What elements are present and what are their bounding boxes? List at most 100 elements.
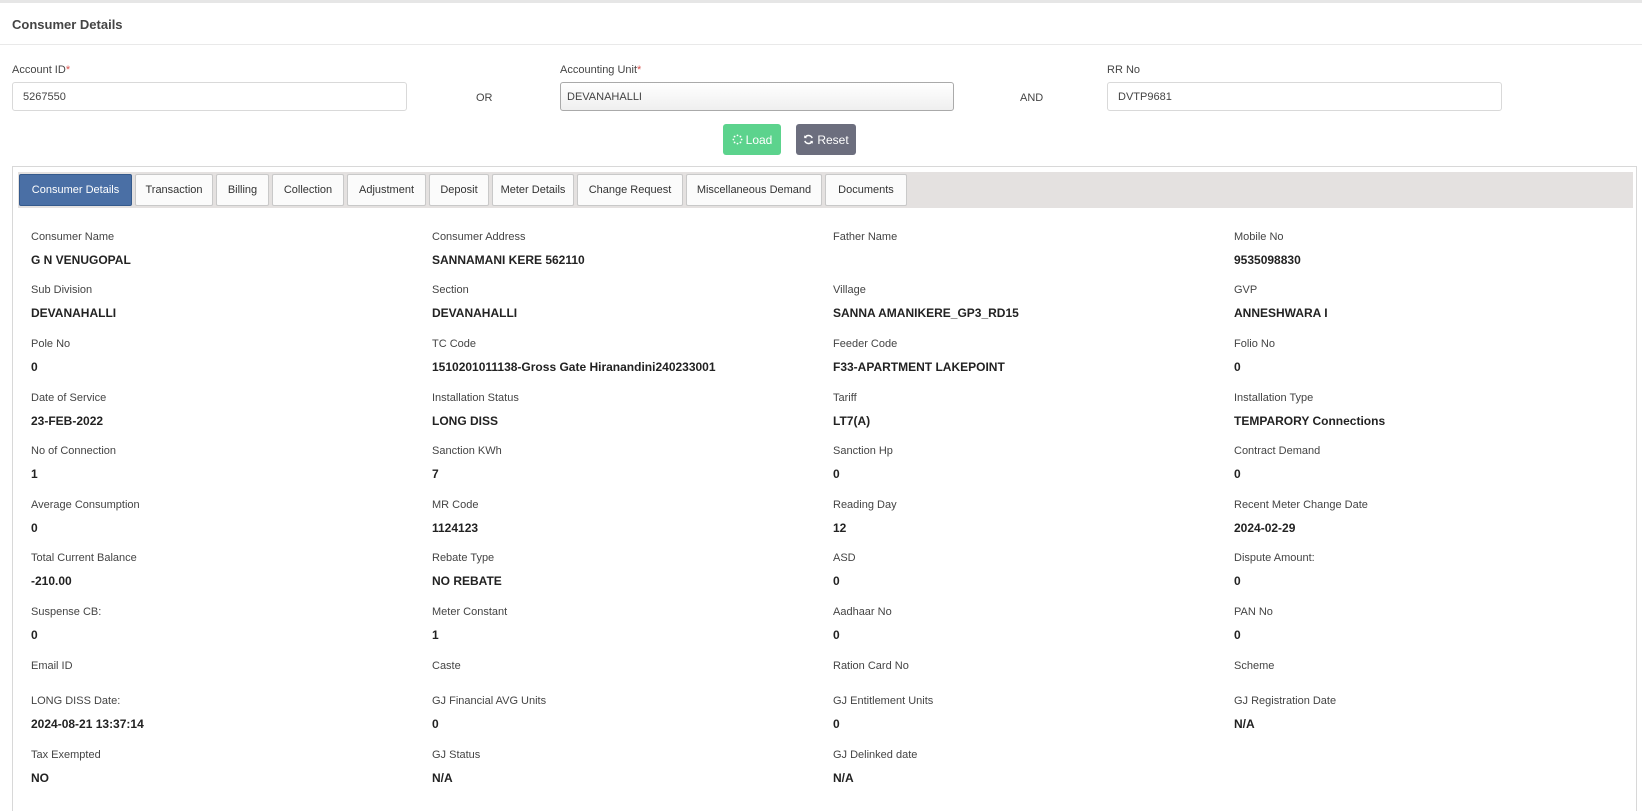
detail-field: Dispute Amount: 0 [1234,552,1315,588]
detail-field: Reading Day 12 [833,499,897,535]
detail-field: Feeder Code F33-APARTMENT LAKEPOINT [833,338,1005,374]
account-id-input[interactable] [12,82,407,111]
rr-no-input[interactable] [1107,82,1502,111]
detail-field: Recent Meter Change Date 2024-02-29 [1234,499,1368,535]
detail-field: GJ Delinked date N/A [833,749,918,785]
tab-deposit[interactable]: Deposit [429,174,489,206]
detail-value: -210.00 [31,574,72,588]
detail-value: SANNA AMANIKERE_GP3_RD15 [833,306,1019,320]
detail-label: Meter Constant [432,606,508,618]
detail-label: Installation Type [1234,392,1314,404]
detail-label: Scheme [1234,660,1275,672]
detail-field: GJ Financial AVG Units 0 [432,695,546,731]
reset-button[interactable]: Reset [796,124,856,155]
title-divider [0,44,1642,45]
tab-adjustment[interactable]: Adjustment [347,174,426,206]
detail-label: Father Name [833,231,898,243]
detail-label: Sanction KWh [432,445,502,457]
detail-label: Caste [432,660,461,672]
detail-field: Caste [432,660,461,672]
tab-documents[interactable]: Documents [825,174,907,206]
detail-field: Sanction Hp 0 [833,445,893,481]
detail-value: N/A [1234,717,1255,731]
detail-value: 0 [833,467,840,481]
accounting-unit-label: Accounting Unit* [560,64,641,76]
detail-label: Tariff [833,392,857,404]
detail-label: GVP [1234,284,1258,296]
detail-value: NO REBATE [432,574,502,588]
detail-label: Total Current Balance [31,552,137,564]
detail-field: Sub Division DEVANAHALLI [31,284,116,320]
tab-consumer-details[interactable]: Consumer Details [19,174,132,206]
detail-field: Rebate Type NO REBATE [432,552,502,588]
detail-label: Rebate Type [432,552,495,564]
tab-meter-details[interactable]: Meter Details [492,174,574,206]
detail-field: Contract Demand 0 [1234,445,1320,481]
required-mark: * [65,64,71,76]
detail-value: 2024-08-21 13:37:14 [31,717,144,731]
detail-label: Consumer Name [31,231,115,243]
detail-field: Section DEVANAHALLI [432,284,517,320]
detail-field: Pole No 0 [31,338,71,374]
detail-label: Dispute Amount: [1234,552,1315,564]
tab-collection[interactable]: Collection [272,174,344,206]
tab-bar: Consumer Details Transaction Billing Col… [18,172,1633,208]
load-button-label: Load [745,132,773,147]
detail-label: Aadhaar No [833,606,892,618]
top-border [0,0,1642,3]
detail-value: N/A [432,771,453,785]
detail-value: 1 [31,467,38,481]
detail-value: TEMPARORY Connections [1234,414,1386,428]
detail-field: Village SANNA AMANIKERE_GP3_RD15 [833,284,1019,320]
detail-value: 12 [833,521,847,535]
accounting-unit-select[interactable]: DEVANAHALLI [560,82,954,111]
detail-value: 0 [432,717,439,731]
detail-label: Mobile No [1234,231,1284,243]
detail-label: PAN No [1234,606,1273,618]
detail-value: 0 [833,628,840,642]
detail-field: Scheme [1234,660,1274,672]
detail-label: Feeder Code [833,338,898,350]
detail-value: F33-APARTMENT LAKEPOINT [833,360,1005,374]
detail-field: Email ID [31,660,73,672]
detail-field: Installation Status LONG DISS [432,392,519,428]
detail-value: LONG DISS [432,414,499,428]
detail-field: Tariff LT7(A) [833,392,870,428]
detail-field: ASD 0 [833,552,856,588]
tab-change-request[interactable]: Change Request [577,174,683,206]
rr-no-label: RR No [1107,64,1141,76]
tab-transaction[interactable]: Transaction [135,174,213,206]
load-button[interactable]: Load [723,124,781,155]
tab-billing[interactable]: Billing [216,174,269,206]
detail-field: Folio No 0 [1234,338,1275,374]
details-panel: Consumer Details Transaction Billing Col… [12,166,1637,811]
detail-value: N/A [833,771,854,785]
required-mark: * [637,64,642,76]
detail-label: ASD [833,552,856,564]
detail-field: No of Connection 1 [31,445,116,481]
detail-value: SANNAMANI KERE 562110 [432,253,585,267]
detail-field: LONG DISS Date: 2024-08-21 13:37:14 [31,695,144,731]
detail-value: 2024-02-29 [1234,521,1296,535]
detail-label: Recent Meter Change Date [1234,499,1368,511]
detail-label: GJ Registration Date [1234,695,1337,707]
detail-field: GJ Registration Date N/A [1234,695,1337,731]
detail-value: 0 [1234,467,1241,481]
detail-label: Suspense CB: [31,606,102,618]
page-title: Consumer Details [12,17,123,32]
detail-field: Consumer Address SANNAMANI KERE 562110 [432,231,585,267]
accounting-unit-value: DEVANAHALLI [567,90,642,103]
detail-field: Consumer Name G N VENUGOPAL [31,231,131,267]
detail-label: GJ Delinked date [833,749,918,761]
detail-value: 0 [833,717,840,731]
detail-value: 0 [31,628,38,642]
or-text: OR [476,92,493,104]
detail-value: 1 [432,628,439,642]
spinner-icon [732,134,743,145]
detail-field: Installation Type TEMPARORY Connections [1234,392,1385,428]
detail-label: Pole No [31,338,71,350]
detail-label: Consumer Address [432,231,526,243]
detail-value: 0 [31,521,38,535]
tab-miscellaneous-demand[interactable]: Miscellaneous Demand [686,174,822,206]
detail-field: PAN No 0 [1234,606,1273,642]
